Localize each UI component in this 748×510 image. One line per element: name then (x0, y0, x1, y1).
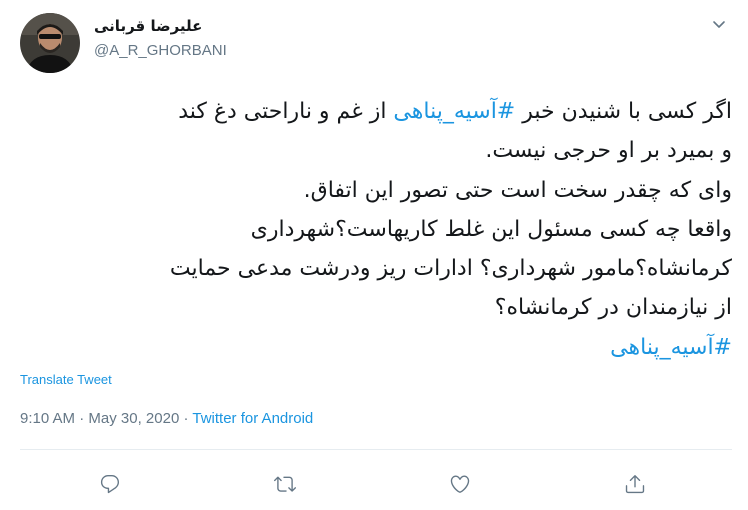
hashtag-link[interactable]: #آسیه_پناهی (393, 99, 515, 124)
divider (20, 449, 732, 450)
tweet-text-segment: وای که چقدر سخت است حتی تصور این اتفاق. (303, 177, 732, 203)
meta-separator: · (79, 410, 85, 427)
tweet-actions (0, 466, 748, 502)
tweet-text-line: #آسیه_پناهی (20, 328, 732, 367)
tweet-text-segment: اگر کسی با شنیدن خبر (515, 99, 732, 124)
tweet-text-line: از نیازمندان در کرمانشاه؟ (20, 288, 732, 327)
share-button[interactable] (617, 466, 653, 502)
reply-icon (100, 475, 120, 494)
tweet-text-line: اگر کسی با شنیدن خبر #آسیه_پناهی از غم و… (20, 92, 732, 131)
tweet-time[interactable]: 9:10 AM (20, 410, 75, 427)
share-icon (625, 475, 645, 494)
tweet-text-segment: از غم و ناراحتی دغ کند (178, 99, 394, 124)
chevron-down-icon (713, 21, 725, 28)
tweet-text-line: وای که چقدر سخت است حتی تصور این اتفاق. (20, 171, 732, 210)
tweet-text-segment: کرمانشاه؟مامور شهرداری؟ ادارات ریز ودرشت… (169, 256, 732, 282)
meta-separator: · (183, 410, 189, 427)
tweet-text-line: و بمیرد بر او حرجی نیست. (20, 131, 732, 170)
author-display-name[interactable]: علیرضا قربانی (94, 17, 202, 35)
tweet-text: اگر کسی با شنیدن خبر #آسیه_پناهی از غم و… (20, 92, 732, 367)
heart-icon (450, 475, 470, 493)
tweet-text-segment: و بمیرد بر او حرجی نیست. (485, 138, 732, 164)
tweet-text-line: کرمانشاه؟مامور شهرداری؟ ادارات ریز ودرشت… (20, 249, 732, 288)
tweet-card: علیرضا قربانی @A_R_GHORBANI اگر کسی با ش… (0, 0, 748, 510)
translate-tweet-link[interactable]: Translate Tweet (20, 372, 112, 387)
more-options-button[interactable] (707, 12, 731, 36)
tweet-source-link[interactable]: Twitter for Android (192, 410, 313, 427)
avatar[interactable] (20, 13, 80, 73)
tweet-text-line: واقعا چه کسی مسئول این غلط کاریهاست؟شهرد… (20, 210, 732, 249)
retweet-icon (274, 476, 296, 492)
tweet-date[interactable]: May 30, 2020 (88, 410, 179, 427)
like-button[interactable] (442, 466, 478, 502)
retweet-button[interactable] (267, 466, 303, 502)
tweet-text-segment: از نیازمندان در کرمانشاه؟ (494, 295, 732, 321)
reply-button[interactable] (92, 466, 128, 502)
hashtag-link[interactable]: #آسیه_پناهی (610, 335, 732, 360)
author-handle[interactable]: @A_R_GHORBANI (94, 42, 227, 59)
tweet-meta: 9:10 AM · May 30, 2020 · Twitter for And… (20, 410, 313, 427)
tweet-text-segment: واقعا چه کسی مسئول این غلط کاریهاست؟شهرد… (250, 216, 732, 242)
